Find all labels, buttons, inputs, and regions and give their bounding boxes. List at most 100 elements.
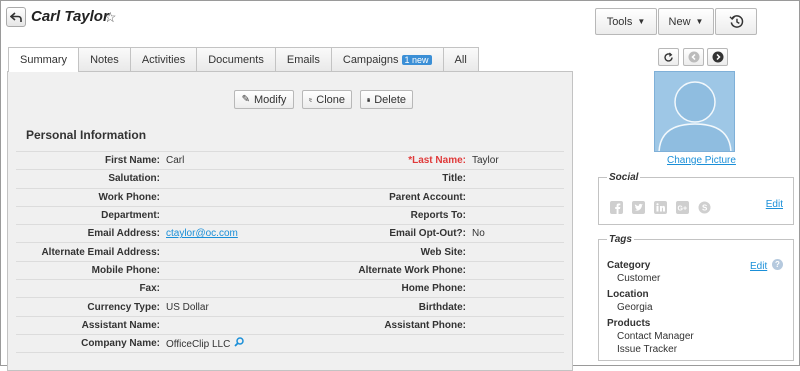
user-silhouette-icon: [658, 81, 732, 151]
section-title: Personal Information: [26, 128, 147, 142]
field-label: Alternate Work Phone:: [314, 260, 470, 280]
skype-icon[interactable]: S: [696, 199, 712, 215]
caret-down-icon: ▼: [637, 17, 646, 26]
table-row: Email Address: ctaylor@oc.com Email Opt-…: [16, 224, 564, 243]
tag-group-category: Category Customer: [607, 260, 660, 284]
table-row: Alternate Email Address: Web Site:: [16, 242, 564, 262]
history-button[interactable]: [715, 8, 757, 35]
tag-category-name: Category: [607, 260, 651, 271]
tag-category-name: Location: [607, 289, 649, 300]
tags-edit-link[interactable]: Edit: [750, 261, 767, 272]
back-button[interactable]: [6, 7, 26, 27]
modify-label: Modify: [253, 93, 287, 106]
table-row: Department: Reports To:: [16, 205, 564, 225]
tag-item: Customer: [617, 273, 661, 284]
empty-cell: [470, 333, 564, 354]
email-opt-out-value: No: [470, 224, 564, 243]
refresh-button[interactable]: [658, 48, 679, 66]
tag-group-products: Products Contact Manager Issue Tracker: [607, 318, 694, 355]
help-icon[interactable]: ?: [772, 259, 783, 270]
delete-button[interactable]: Delete: [360, 90, 413, 109]
new-button[interactable]: New ▼: [658, 8, 714, 35]
field-label: Title:: [314, 169, 470, 189]
field-label: Home Phone:: [314, 279, 470, 298]
tag-item: Issue Tracker: [617, 344, 678, 355]
home-phone-value: [470, 279, 564, 298]
tag-group-location: Location Georgia: [607, 289, 653, 313]
fax-value: [164, 279, 314, 298]
modify-button[interactable]: ✎ Modify: [234, 90, 294, 109]
clone-button[interactable]: Clone: [302, 90, 352, 109]
tab-label: Documents: [208, 53, 264, 66]
field-label: Salutation:: [16, 169, 164, 189]
tab-emails[interactable]: Emails: [274, 47, 332, 71]
tab-label: Activities: [141, 53, 186, 66]
clone-label: Clone: [316, 93, 345, 106]
field-label: Work Phone:: [16, 187, 164, 207]
tab-label: Notes: [90, 53, 119, 66]
table-row: Mobile Phone: Alternate Work Phone:: [16, 260, 564, 280]
tools-button[interactable]: Tools ▼: [595, 8, 657, 35]
tab-documents[interactable]: Documents: [196, 47, 276, 71]
tab-bar: Summary Notes Activities Documents Email…: [8, 47, 479, 72]
company-value: OfficeClip LLC: [166, 339, 231, 351]
tools-label: Tools: [606, 15, 633, 28]
social-edit-link[interactable]: Edit: [766, 199, 783, 210]
tags-title: Tags: [607, 234, 634, 245]
table-row: Work Phone: Parent Account:: [16, 187, 564, 207]
twitter-icon[interactable]: [630, 199, 646, 215]
tag-category-name: Products: [607, 318, 651, 329]
next-button[interactable]: [707, 48, 728, 66]
pencil-icon: ✎: [241, 94, 250, 105]
field-label: Fax:: [16, 279, 164, 298]
email-link[interactable]: ctaylor@oc.com: [166, 228, 238, 239]
first-name-value: Carl: [164, 150, 314, 170]
google-plus-icon[interactable]: G+: [674, 199, 690, 215]
tab-summary[interactable]: Summary: [8, 47, 80, 72]
field-label: Assistant Phone:: [314, 315, 470, 335]
change-picture-link[interactable]: Change Picture: [667, 155, 736, 166]
new-badge: 1 new: [401, 54, 432, 65]
field-label: *Last Name:: [314, 150, 470, 170]
field-label: Email Opt-Out?:: [314, 224, 470, 243]
tab-label: Emails: [286, 53, 320, 66]
tab-activities[interactable]: Activities: [129, 47, 198, 71]
table-row: First Name: Carl *Last Name: Taylor: [16, 150, 564, 170]
field-label: Alternate Email Address:: [16, 242, 164, 262]
search-icon[interactable]: [234, 337, 245, 350]
field-label: Birthdate:: [314, 297, 470, 317]
tab-all[interactable]: All: [442, 47, 479, 71]
delete-label: Delete: [374, 93, 406, 106]
website-value: [470, 242, 564, 262]
birthdate-value: [470, 297, 564, 317]
table-row: Currency Type: US Dollar Birthdate:: [16, 297, 564, 317]
field-label: Department:: [16, 205, 164, 225]
history-icon: [728, 15, 743, 28]
social-icons: G+ S: [608, 199, 712, 215]
tags-box: Tags Edit ? Category Customer Location G…: [598, 234, 794, 361]
tab-campaigns[interactable]: Campaigns 1 new: [330, 47, 444, 71]
field-label: Company Name:: [16, 333, 164, 354]
required-label: *Last Name:: [408, 155, 466, 167]
linkedin-icon[interactable]: [652, 199, 668, 215]
work-phone-value: [164, 187, 314, 207]
caret-down-icon: ▼: [695, 17, 704, 26]
back-arrow-icon: [10, 11, 22, 22]
personal-info-table: First Name: Carl *Last Name: Taylor Salu…: [16, 150, 564, 354]
currency-value: US Dollar: [164, 297, 314, 317]
table-row: Company Name: OfficeClip LLC: [16, 333, 564, 354]
field-label: First Name:: [16, 150, 164, 170]
alt-work-phone-value: [470, 260, 564, 280]
assistant-phone-value: [470, 315, 564, 335]
avatar: [654, 71, 735, 152]
field-label: Mobile Phone:: [16, 260, 164, 280]
last-name-value: Taylor: [470, 150, 564, 170]
favorite-star-icon[interactable]: ☆: [104, 9, 117, 26]
new-label: New: [668, 15, 691, 28]
tab-notes[interactable]: Notes: [78, 47, 131, 71]
facebook-icon[interactable]: [608, 199, 624, 215]
department-value: [164, 205, 314, 225]
refresh-icon: [664, 52, 673, 62]
contact-name: Carl Taylor: [31, 8, 109, 25]
previous-button[interactable]: [683, 48, 704, 66]
